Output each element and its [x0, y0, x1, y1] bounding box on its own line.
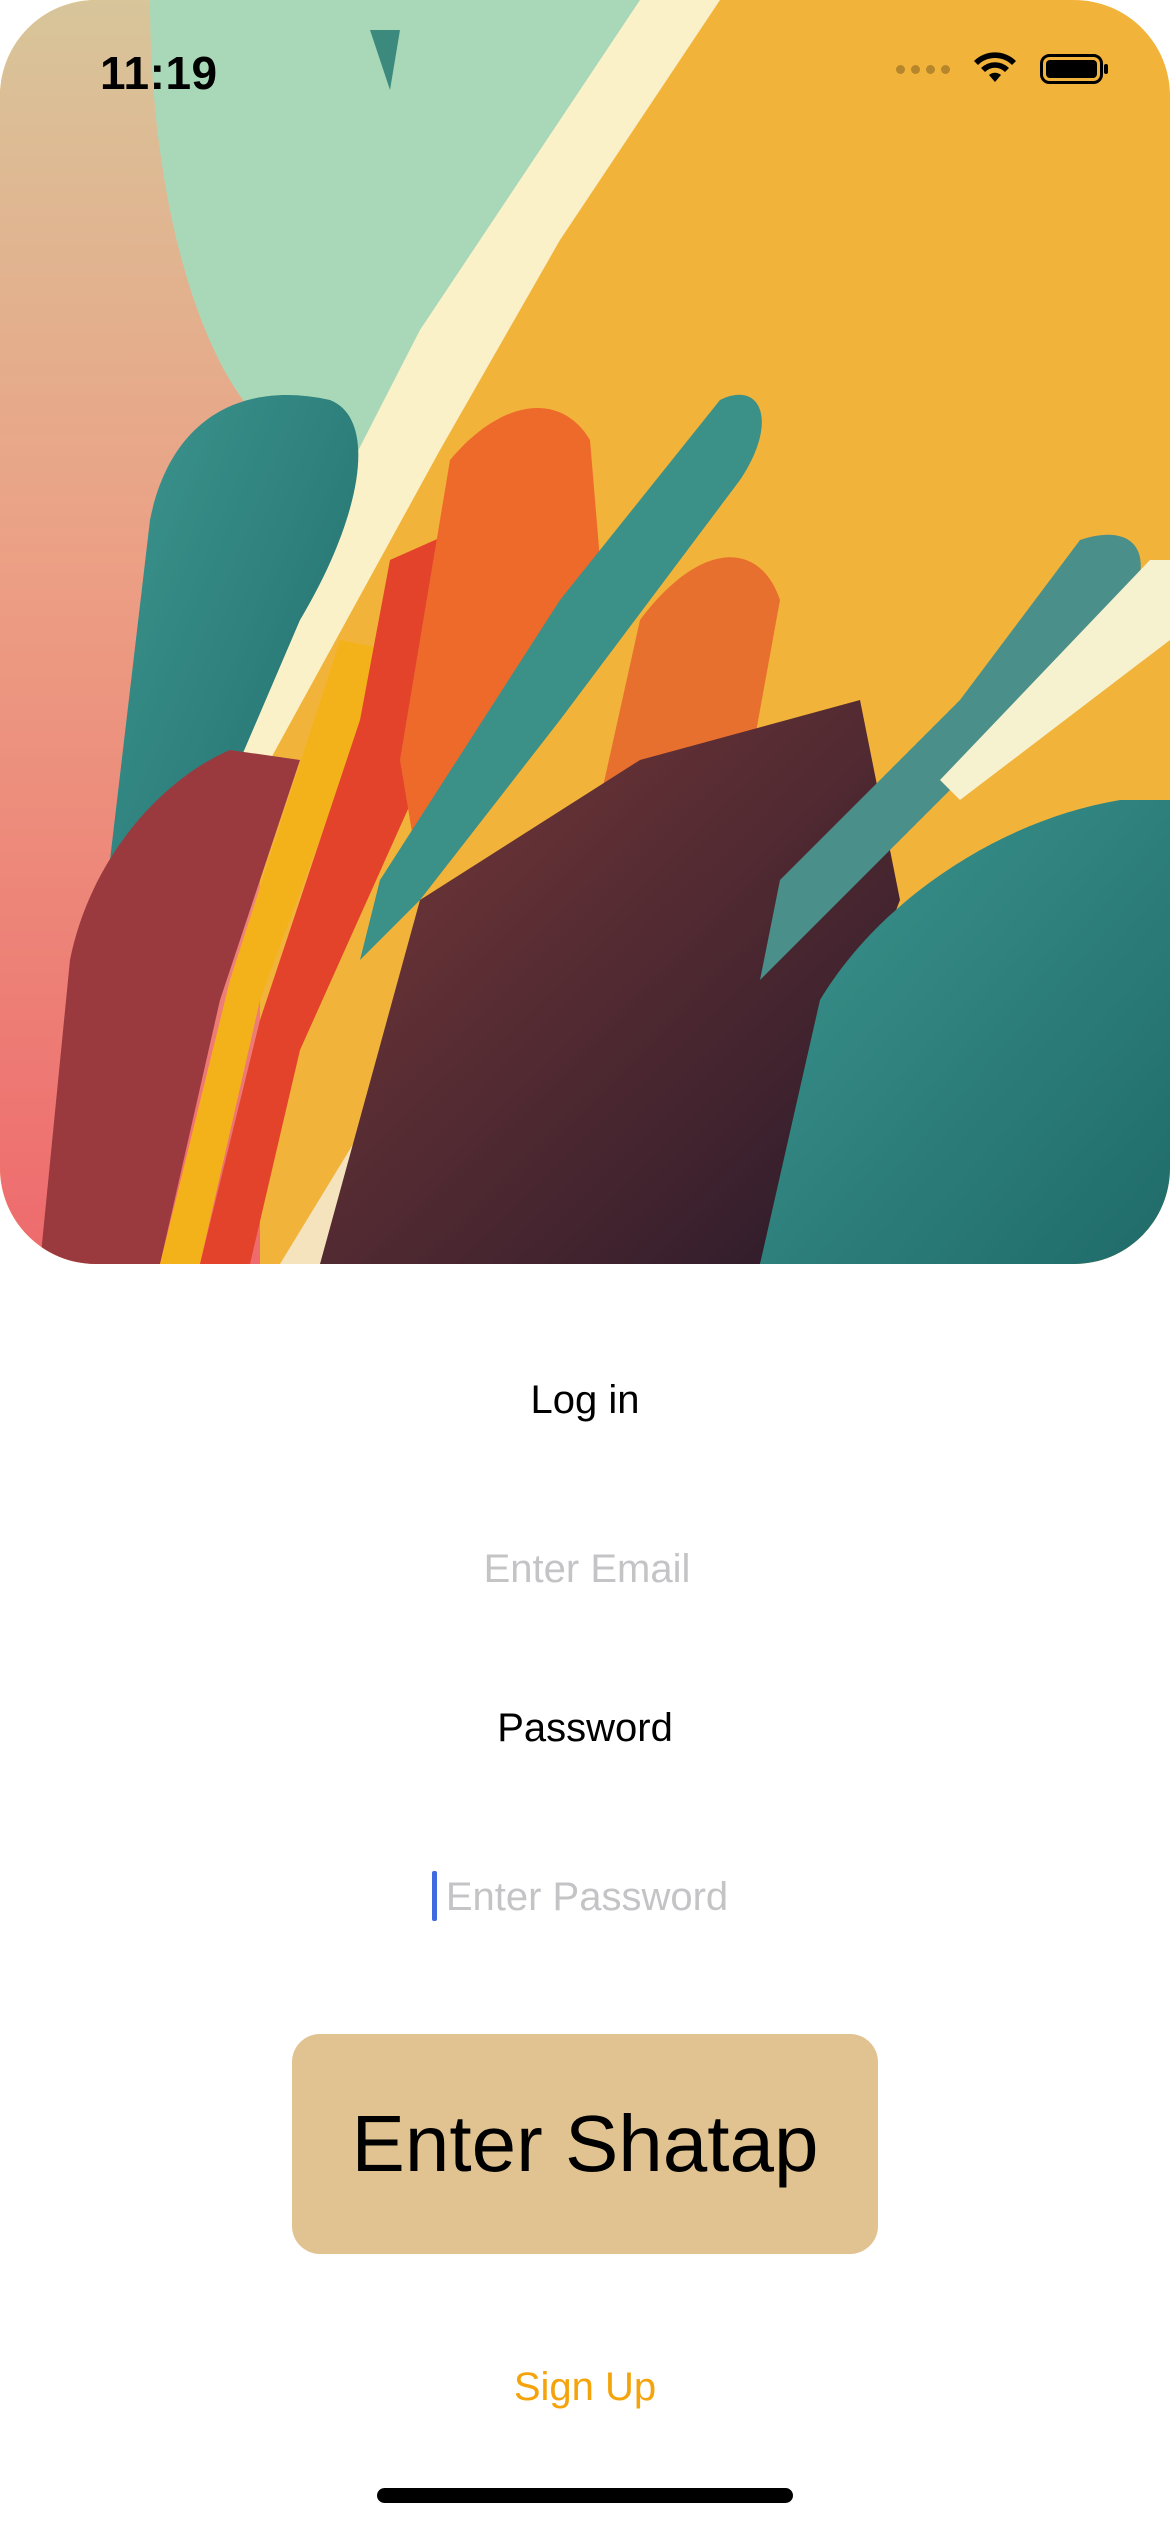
abstract-art-image — [0, 0, 1170, 1264]
text-cursor — [432, 1871, 437, 1921]
password-field[interactable] — [285, 1861, 889, 1933]
login-label: Log in — [530, 1378, 640, 1422]
home-indicator[interactable] — [377, 2488, 793, 2503]
battery-icon — [1040, 54, 1108, 84]
enter-shatap-button[interactable]: Enter Shatap — [292, 2034, 878, 2254]
wifi-icon — [974, 52, 1016, 82]
sign-up-link[interactable]: Sign Up — [0, 2365, 1170, 2410]
password-label: Password — [497, 1706, 673, 1750]
status-time: 11:19 — [100, 47, 218, 99]
status-bar: 11:19 — [0, 0, 1170, 140]
status-icons — [896, 52, 1110, 86]
hero-artwork — [0, 0, 1170, 1264]
signal-icon — [896, 64, 950, 74]
email-field[interactable] — [285, 1533, 889, 1605]
